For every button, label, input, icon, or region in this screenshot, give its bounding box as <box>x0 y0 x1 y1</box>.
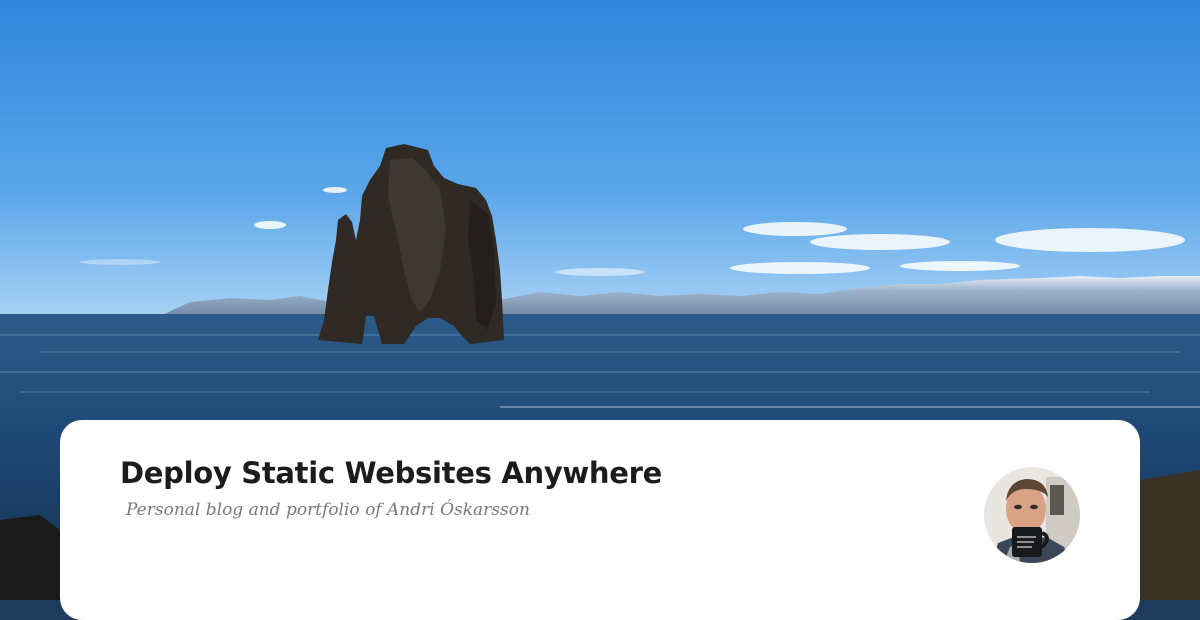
info-card: Deploy Static Websites Anywhere Personal… <box>60 420 1140 620</box>
page-subtitle: Personal blog and portfolio of Andri Ósk… <box>126 500 530 520</box>
kelp <box>1140 470 1200 600</box>
shore <box>0 515 60 600</box>
page-title: Deploy Static Websites Anywhere <box>120 456 663 490</box>
author-portrait-photo <box>984 467 1080 563</box>
avatar <box>984 467 1080 563</box>
